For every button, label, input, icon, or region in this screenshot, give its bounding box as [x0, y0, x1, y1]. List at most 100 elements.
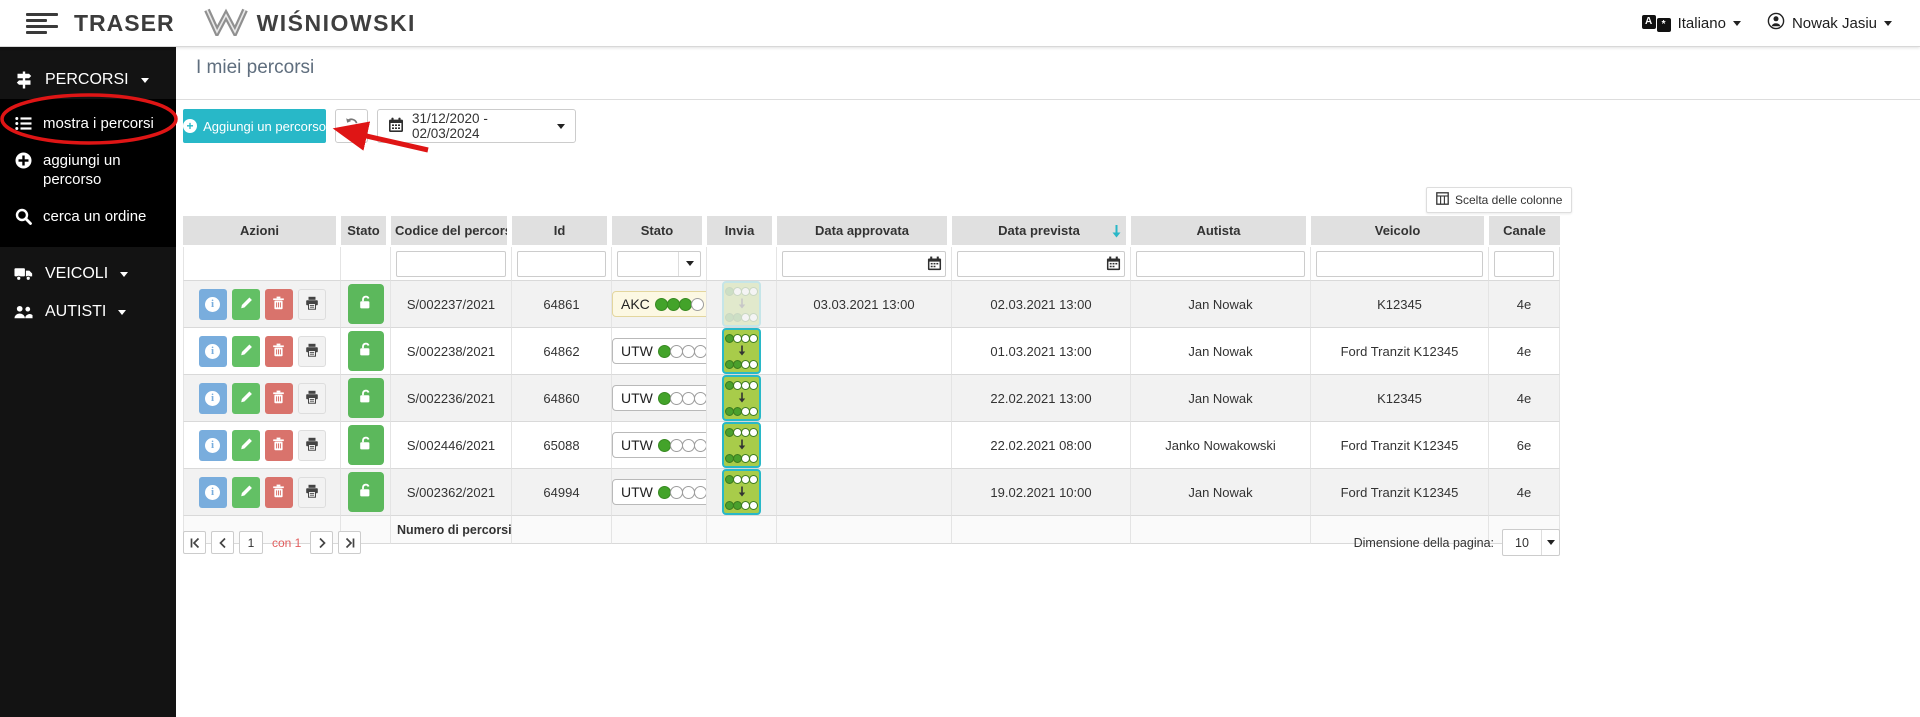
- plus-circle-icon: [14, 151, 33, 170]
- last-page-button[interactable]: [338, 531, 362, 554]
- filter-canale-input[interactable]: [1494, 250, 1554, 277]
- chevron-down-icon: [685, 261, 694, 266]
- unlock-button[interactable]: [347, 284, 384, 324]
- col-autista[interactable]: Autista: [1131, 216, 1311, 247]
- filter-data-approvata-input[interactable]: [782, 250, 946, 277]
- sidebar-item-mostra-i-percorsi[interactable]: mostra i percorsi: [0, 105, 176, 142]
- sidebar-item-aggiungi-un-percorso[interactable]: aggiungi un percorso: [0, 142, 176, 198]
- sidebar-item-percorsi[interactable]: PERCORSI: [0, 61, 176, 99]
- sort-desc-icon: [1111, 224, 1122, 241]
- chevron-down-icon: [120, 271, 129, 277]
- edit-button[interactable]: [231, 288, 260, 320]
- edit-button[interactable]: [231, 335, 260, 367]
- sidebar-item-autisti[interactable]: AUTISTI: [0, 293, 176, 331]
- calendar-icon: [388, 117, 404, 136]
- brand-name: WIŚNIOWSKI: [256, 9, 416, 36]
- col-data-prevista[interactable]: Data prevista: [952, 216, 1131, 247]
- pencil-icon: [239, 437, 253, 454]
- col-id[interactable]: Id: [512, 216, 612, 247]
- filter-data-prevista-input[interactable]: [957, 250, 1125, 277]
- status-badge: UTW: [612, 385, 706, 411]
- unlock-button[interactable]: [347, 378, 384, 418]
- trash-icon: [272, 296, 285, 313]
- send-button[interactable]: [722, 469, 761, 515]
- column-chooser-button[interactable]: Scelta delle colonne: [1426, 187, 1573, 213]
- info-button[interactable]: i: [198, 335, 227, 367]
- driver-name: Janko Nowakowski: [1131, 422, 1311, 469]
- print-button[interactable]: [297, 335, 326, 367]
- col-canale[interactable]: Canale: [1489, 216, 1560, 247]
- current-page-input[interactable]: 1: [239, 531, 263, 554]
- table-row: i S/002362/2021 64994 UTW 19.02.2021 10:…: [183, 469, 1560, 516]
- print-button[interactable]: [297, 288, 326, 320]
- send-button[interactable]: [722, 375, 761, 421]
- route-id: 64862: [512, 328, 612, 375]
- chevron-down-icon: [557, 123, 565, 129]
- printer-icon: [305, 484, 319, 501]
- filter-lock-empty: [341, 247, 391, 281]
- unlock-icon: [357, 341, 374, 361]
- info-button[interactable]: i: [198, 429, 227, 461]
- filter-veicolo-input[interactable]: [1316, 250, 1483, 277]
- prev-page-button[interactable]: [211, 531, 234, 554]
- date-range-picker[interactable]: 31/12/2020 - 02/03/2024: [377, 109, 576, 143]
- sidebar-item-label: VEICOLI: [45, 265, 109, 282]
- col-azioni[interactable]: Azioni: [183, 216, 341, 247]
- info-button[interactable]: i: [198, 288, 227, 320]
- list-icon: [14, 114, 33, 133]
- routes-table: Azioni Stato Codice del percorso Id Stat…: [183, 216, 1560, 544]
- sidebar-item-veicoli[interactable]: VEICOLI: [0, 255, 176, 293]
- unlock-button[interactable]: [347, 331, 384, 371]
- print-button[interactable]: [297, 476, 326, 508]
- print-button[interactable]: [297, 382, 326, 414]
- delete-button[interactable]: [264, 382, 293, 414]
- status-badge: UTW: [612, 338, 706, 364]
- col-stato[interactable]: Stato: [612, 216, 707, 247]
- arrow-down-icon: [738, 438, 746, 453]
- filter-autista-input[interactable]: [1136, 250, 1305, 277]
- driver-name: Jan Nowak: [1131, 375, 1311, 422]
- edit-button[interactable]: [231, 382, 260, 414]
- delete-button[interactable]: [264, 288, 293, 320]
- sidebar-item-cerca-un-ordine[interactable]: cerca un ordine: [0, 198, 176, 235]
- calendar-icon[interactable]: [1106, 256, 1121, 274]
- page-size-select[interactable]: 10: [1502, 529, 1560, 556]
- planned-date: 19.02.2021 10:00: [952, 469, 1131, 516]
- edit-button[interactable]: [231, 429, 260, 461]
- channel: 4e: [1489, 375, 1560, 422]
- col-codice[interactable]: Codice del percorso: [391, 216, 512, 247]
- info-button[interactable]: i: [198, 476, 227, 508]
- filter-id-input[interactable]: [517, 250, 606, 277]
- edit-button[interactable]: [231, 476, 260, 508]
- col-data-approvata[interactable]: Data approvata: [777, 216, 952, 247]
- sidebar-item-label: cerca un ordine: [43, 208, 147, 225]
- language-menu[interactable]: A * Italiano: [1641, 14, 1741, 32]
- col-veicolo[interactable]: Veicolo: [1311, 216, 1489, 247]
- user-menu[interactable]: Nowak Jasiu: [1767, 12, 1892, 34]
- filter-codice-input[interactable]: [396, 250, 506, 277]
- info-button[interactable]: i: [198, 382, 227, 414]
- calendar-icon[interactable]: [927, 256, 942, 274]
- chevron-down-icon: [118, 309, 127, 315]
- first-page-button[interactable]: [183, 531, 206, 554]
- refresh-button[interactable]: [335, 109, 368, 143]
- col-stato-lock[interactable]: Stato: [341, 216, 391, 247]
- info-icon: i: [205, 437, 220, 453]
- delete-button[interactable]: [264, 335, 293, 367]
- col-invia[interactable]: Invia: [707, 216, 777, 247]
- filter-stato-select[interactable]: [617, 250, 701, 277]
- send-button[interactable]: [722, 328, 761, 374]
- print-button[interactable]: [297, 429, 326, 461]
- info-icon: i: [205, 484, 220, 500]
- send-button[interactable]: [722, 422, 761, 468]
- sidebar-item-label: PERCORSI: [45, 71, 129, 88]
- unlock-button[interactable]: [347, 472, 384, 512]
- unlock-button[interactable]: [347, 425, 384, 465]
- delete-button[interactable]: [264, 476, 293, 508]
- next-page-button[interactable]: [310, 531, 334, 554]
- pencil-icon: [239, 343, 253, 360]
- add-route-button[interactable]: + Aggiungi un percorso: [183, 109, 326, 143]
- delete-button[interactable]: [264, 429, 293, 461]
- menu-icon[interactable]: [26, 10, 60, 37]
- page-title: I miei percorsi: [196, 57, 315, 78]
